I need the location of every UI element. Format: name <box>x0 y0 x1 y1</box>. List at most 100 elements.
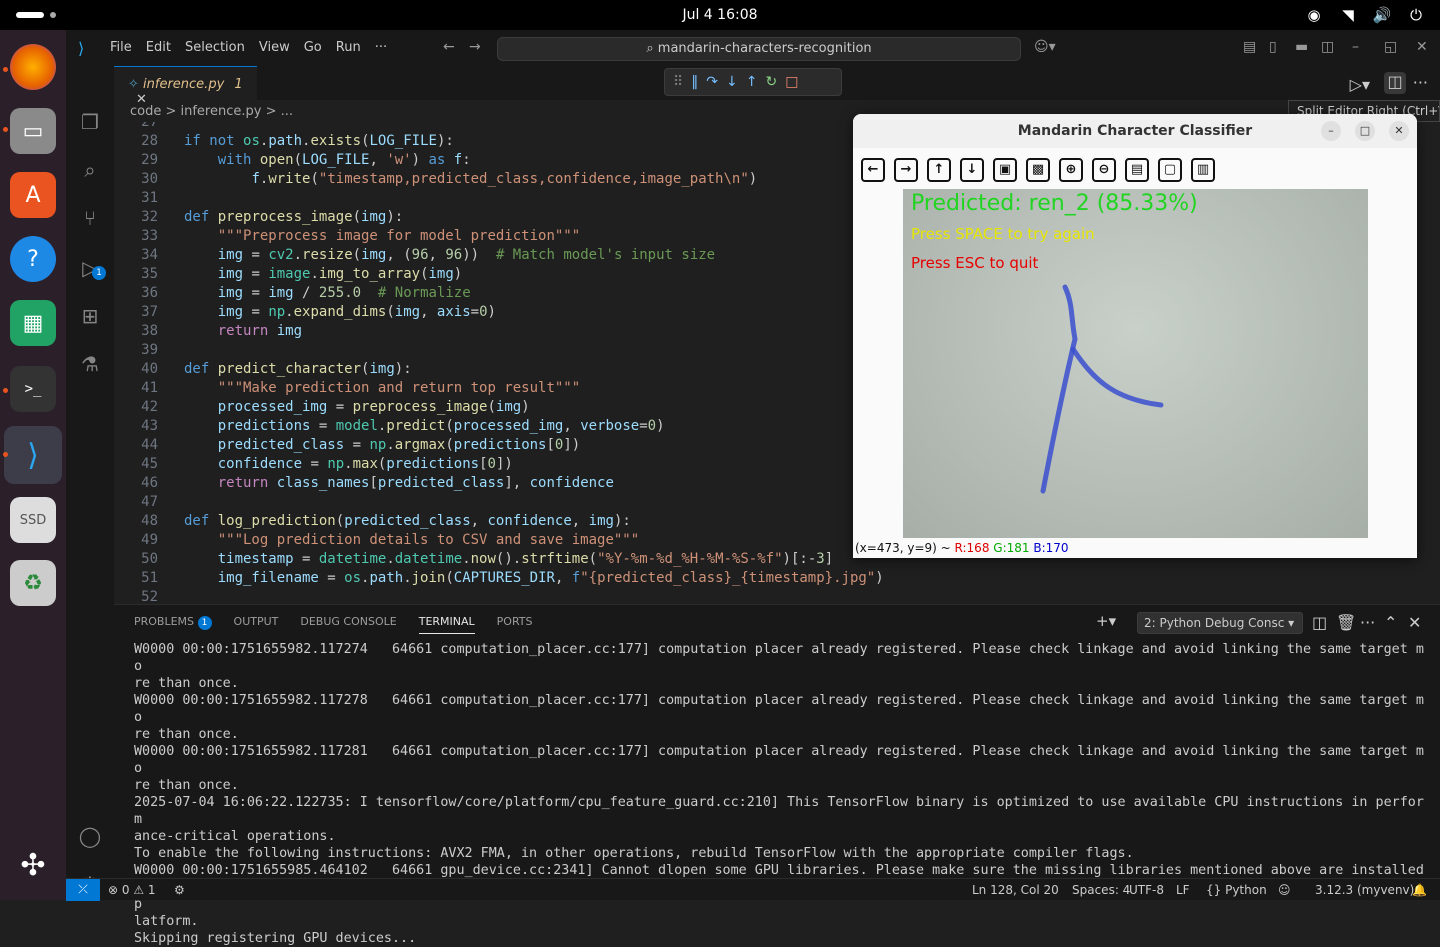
code-line[interactable]: if not os.path.exists(LOG_FILE): <box>184 133 454 149</box>
close-panel-icon[interactable]: ✕ <box>1408 613 1421 632</box>
toggle-panel-icon[interactable]: ▬ <box>1295 39 1308 55</box>
restart-icon[interactable]: ↻ <box>765 74 777 90</box>
extensions-icon[interactable]: ⊞ <box>78 304 102 328</box>
ssd-drive-icon[interactable]: SSD <box>10 497 56 543</box>
breadcrumb[interactable]: code > inference.py > ... <box>130 104 293 119</box>
code-line[interactable]: img_filename = os.path.join(CAPTURES_DIR… <box>184 570 884 586</box>
code-line[interactable]: return class_names[predicted_class], con… <box>184 475 614 491</box>
code-line[interactable]: img = img / 255.0 # Normalize <box>184 285 471 301</box>
code-line[interactable]: confidence = np.max(predictions[0]) <box>184 456 513 472</box>
app-center-icon[interactable]: A <box>10 172 56 218</box>
vscode-dock-icon[interactable]: ⟩ <box>4 426 62 484</box>
run-python-icon[interactable]: ▷▾ <box>1350 75 1370 94</box>
accounts-icon[interactable]: ◯ <box>78 824 102 848</box>
encoding[interactable]: UTF-8 <box>1129 883 1164 897</box>
source-control-icon[interactable]: ⑂ <box>78 206 102 230</box>
menu-view[interactable]: View <box>259 40 290 55</box>
tab-ports[interactable]: PORTS <box>497 615 533 634</box>
code-line[interactable]: return img <box>184 323 302 339</box>
menu-run[interactable]: Run <box>336 40 361 55</box>
cursor-position[interactable]: Ln 128, Col 20 <box>972 883 1059 897</box>
tab-problems[interactable]: PROBLEMS 1 <box>134 615 212 634</box>
zoom-in-icon[interactable]: ⊕ <box>1059 158 1083 182</box>
debug-status-icon[interactable]: ⚙ <box>174 883 185 897</box>
code-line[interactable]: img = image.img_to_array(img) <box>184 266 463 282</box>
properties-icon[interactable]: ▥ <box>1191 158 1215 182</box>
zoom-out-icon[interactable]: ⊖ <box>1092 158 1116 182</box>
menu-more[interactable]: ··· <box>375 40 387 55</box>
command-center-search[interactable]: ⌕ mandarin-characters-recognition <box>497 37 1021 61</box>
classifier-title-bar[interactable]: Mandarin Character Classifier – □ ✕ <box>853 114 1417 148</box>
line-ending[interactable]: LF <box>1176 883 1190 897</box>
code-line[interactable]: timestamp = datetime.datetime.now().strf… <box>184 551 833 567</box>
back-arrow-icon[interactable]: ← <box>443 39 455 55</box>
terminal-icon[interactable]: >_ <box>10 366 56 412</box>
code-line[interactable]: predicted_class = np.argmax(predictions[… <box>184 437 581 453</box>
split-editor-icon[interactable]: ◫ <box>1384 72 1406 94</box>
close-window-icon[interactable]: ✕ <box>1416 39 1428 55</box>
copilot-status-icon[interactable]: ☺ <box>1278 883 1291 897</box>
terminal-output[interactable]: W0000 00:00:1751655982.117274 64661 comp… <box>134 641 1424 947</box>
show-apps-icon[interactable]: ✣ <box>10 842 56 888</box>
spreadsheet-icon[interactable]: ▦ <box>10 300 56 346</box>
maximize-icon[interactable]: ◱ <box>1384 39 1397 55</box>
pan-up-icon[interactable]: ↑ <box>927 158 951 182</box>
panel-more-icon[interactable]: ··· <box>1360 613 1375 632</box>
tab-debug-console[interactable]: DEBUG CONSOLE <box>300 615 396 634</box>
help-icon[interactable]: ? <box>10 236 56 282</box>
indentation[interactable]: Spaces: 4 <box>1072 883 1130 897</box>
step-out-icon[interactable]: ↑ <box>746 74 758 90</box>
code-line[interactable]: img = cv2.resize(img, (96, 96)) # Match … <box>184 247 715 263</box>
menu-go[interactable]: Go <box>304 40 322 55</box>
terminal-select[interactable]: 2: Python Debug Consc ▾ <box>1137 612 1303 634</box>
tab-terminal[interactable]: TERMINAL <box>418 615 475 634</box>
tab-output[interactable]: OUTPUT <box>234 615 279 634</box>
zoom-original-icon[interactable]: ▩ <box>1026 158 1050 182</box>
language-mode[interactable]: {} Python <box>1206 883 1267 897</box>
pan-left-icon[interactable]: ← <box>861 158 885 182</box>
customize-layout-icon[interactable]: ▤ <box>1243 39 1256 55</box>
pan-down-icon[interactable]: ↓ <box>960 158 984 182</box>
copilot-icon[interactable]: ☺▾ <box>1034 39 1056 55</box>
explorer-icon[interactable]: ❐ <box>78 110 102 134</box>
volume-icon[interactable]: 🔊 <box>1372 5 1392 25</box>
minimize-icon[interactable]: – <box>1352 39 1359 55</box>
zoom-fit-icon[interactable]: ▣ <box>993 158 1017 182</box>
code-line[interactable]: def log_prediction(predicted_class, conf… <box>184 513 631 529</box>
code-line[interactable]: predictions = model.predict(processed_im… <box>184 418 665 434</box>
testing-icon[interactable]: ⚗ <box>78 352 102 376</box>
code-line[interactable]: def predict_character(img): <box>184 361 412 377</box>
accessibility-icon[interactable]: ◉ <box>1304 5 1324 25</box>
remote-indicator-icon[interactable]: ⤫ <box>66 879 100 901</box>
menu-selection[interactable]: Selection <box>185 40 245 55</box>
firefox-icon[interactable] <box>10 44 56 90</box>
problems-status[interactable]: ⊗ 0 ⚠ 1 <box>108 883 156 897</box>
wifi-icon[interactable]: ◥ <box>1338 5 1358 25</box>
step-over-icon[interactable]: ↷ <box>706 74 718 90</box>
trash-icon[interactable]: ♻ <box>10 560 56 606</box>
pause-icon[interactable]: ‖ <box>691 74 698 90</box>
tab-inference-py[interactable]: ✧ inference.py 1 ✕ <box>114 66 257 107</box>
stop-icon[interactable]: □ <box>785 74 798 90</box>
maximize-panel-icon[interactable]: ⌃ <box>1384 613 1397 632</box>
copy-clipboard-icon[interactable]: ▢ <box>1158 158 1182 182</box>
forward-arrow-icon[interactable]: → <box>469 39 481 55</box>
toggle-secondary-sidebar-icon[interactable]: ◫ <box>1321 39 1334 55</box>
code-line[interactable]: """Preprocess image for model prediction… <box>184 228 580 244</box>
editor-more-icon[interactable]: ··· <box>1413 73 1428 92</box>
split-terminal-icon[interactable]: ◫ <box>1312 613 1327 632</box>
power-icon[interactable]: ⏻ <box>1406 5 1426 25</box>
code-line[interactable]: """Log prediction details to CSV and sav… <box>184 532 639 548</box>
menu-edit[interactable]: Edit <box>146 40 171 55</box>
code-line[interactable]: f.write("timestamp,predicted_class,confi… <box>184 171 757 187</box>
save-icon[interactable]: ▤ <box>1125 158 1149 182</box>
clock[interactable]: Jul 4 16:08 <box>0 7 1440 23</box>
code-line[interactable]: processed_img = preprocess_image(img) <box>184 399 530 415</box>
camera-frame[interactable]: Predicted: ren_2 (85.33%) Press SPACE to… <box>903 189 1368 538</box>
code-line[interactable]: with open(LOG_FILE, 'w') as f: <box>184 152 471 168</box>
drag-handle-icon[interactable]: ⠿ <box>673 74 683 90</box>
code-line[interactable]: """Make prediction and return top result… <box>184 380 580 396</box>
notifications-bell-icon[interactable]: 🔔 <box>1412 883 1427 897</box>
search-view-icon[interactable]: ⌕ <box>78 158 102 182</box>
close-icon[interactable]: ✕ <box>1389 121 1409 141</box>
